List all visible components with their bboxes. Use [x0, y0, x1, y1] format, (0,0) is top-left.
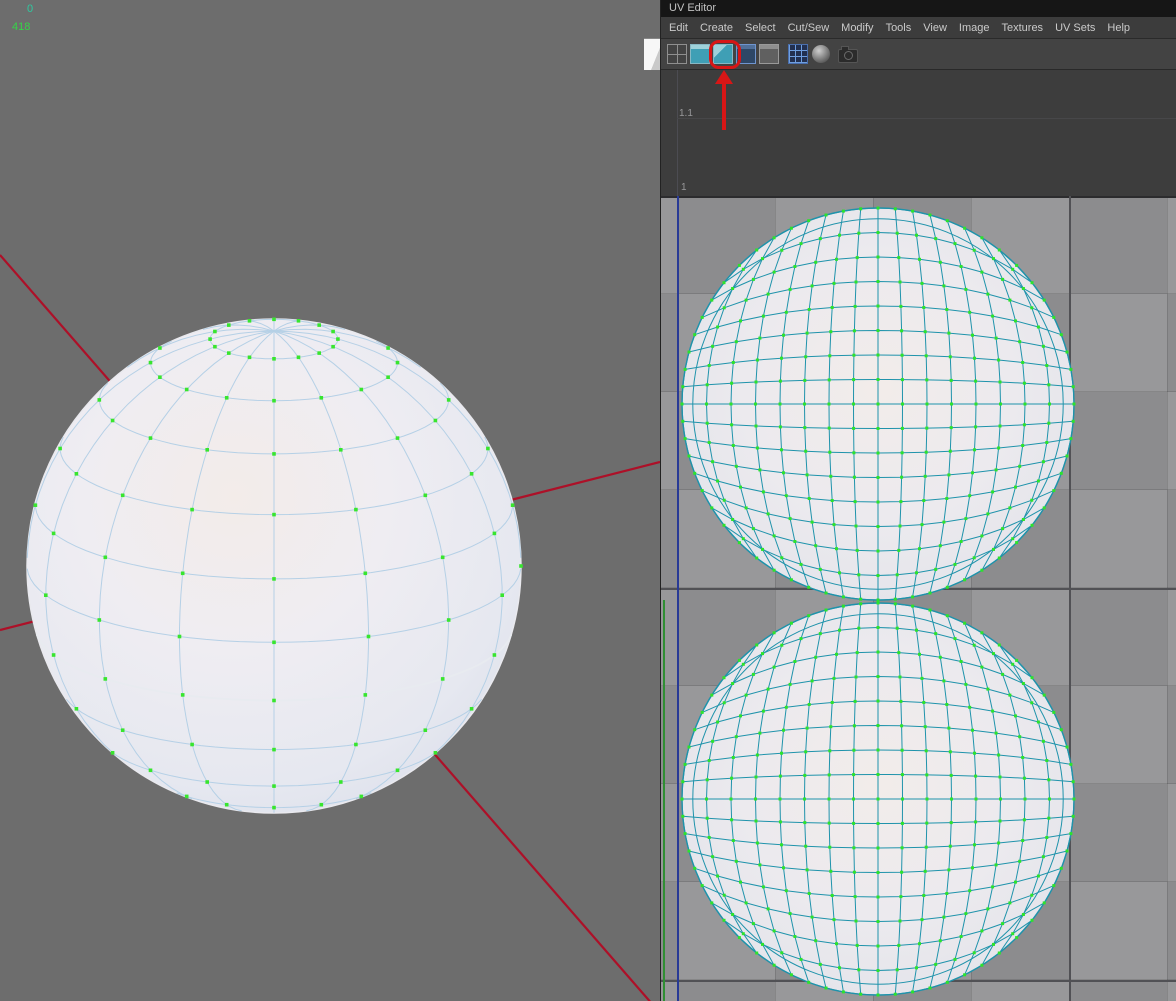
menu-textures[interactable]: Textures [1001, 22, 1043, 34]
menu-edit[interactable]: Edit [669, 22, 688, 34]
uv-editor-titlebar[interactable]: UV Editor [661, 0, 1176, 17]
uv-snapshot-camera-icon[interactable] [838, 49, 858, 63]
uv-texture-view-icon[interactable] [690, 44, 710, 64]
hud-count-top: 0 [27, 3, 33, 15]
maya-window: 0 418 UV Editor Edit Create Select Cut/S… [0, 0, 1176, 1001]
menu-image[interactable]: Image [959, 22, 990, 34]
red-arrow-stem [722, 82, 726, 130]
menu-create[interactable]: Create [700, 22, 733, 34]
uv-editor-panel: UV Editor Edit Create Select Cut/Sew Mod… [660, 0, 1176, 1001]
uv-editor-menubar: Edit Create Select Cut/Sew Modify Tools … [661, 17, 1176, 39]
viewport-3d[interactable]: 0 418 [0, 0, 660, 1001]
dim-image-display-icon[interactable] [759, 44, 779, 64]
menu-uv-sets[interactable]: UV Sets [1055, 22, 1095, 34]
hud-count-bottom: 418 [12, 21, 30, 33]
pixel-grid-icon[interactable] [788, 44, 808, 64]
four-pane-layout-icon[interactable] [667, 44, 687, 64]
uv-canvas[interactable]: 1.1 1 [661, 70, 1176, 1001]
menu-cut-sew[interactable]: Cut/Sew [788, 22, 830, 34]
uv-editor-title: UV Editor [669, 2, 716, 14]
menu-tools[interactable]: Tools [886, 22, 912, 34]
menu-modify[interactable]: Modify [841, 22, 873, 34]
uv-shells-render [661, 70, 1176, 1001]
panel-edge [644, 38, 660, 70]
sphere-3d-render [0, 0, 660, 1001]
shaded-sphere-icon[interactable] [812, 45, 830, 63]
menu-view[interactable]: View [923, 22, 947, 34]
menu-help[interactable]: Help [1107, 22, 1130, 34]
highlight-circle-annotation [709, 40, 741, 69]
menu-select[interactable]: Select [745, 22, 776, 34]
